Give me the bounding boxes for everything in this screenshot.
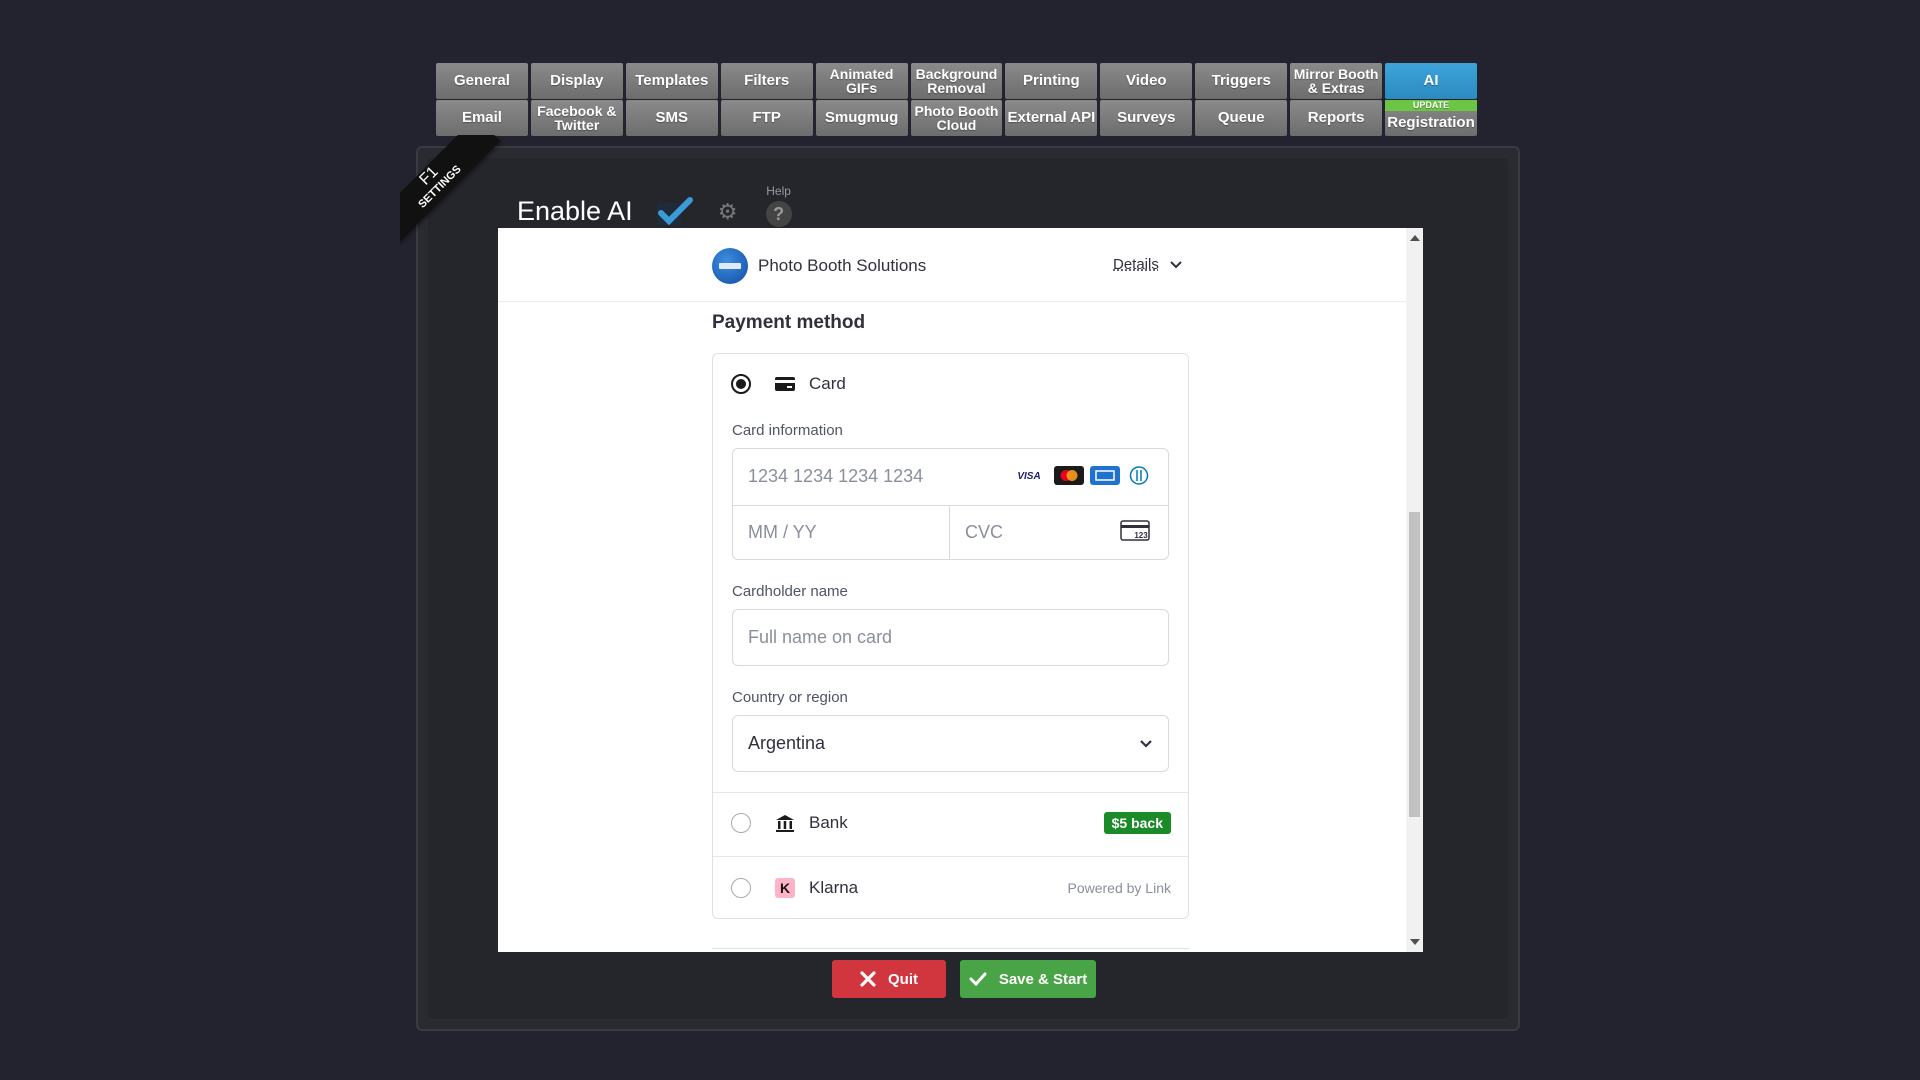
- visa-icon: VISA: [1014, 466, 1044, 485]
- tab-email[interactable]: Email: [436, 100, 528, 136]
- tab-general[interactable]: General: [436, 63, 528, 99]
- save-and-start-button[interactable]: Save & Start: [960, 960, 1096, 998]
- enable-ai-row: Enable AI ⚙ Help ?: [517, 184, 792, 233]
- tab-row-1: General Display Templates Filters Animat…: [436, 63, 1480, 99]
- card-information-group: 1234 1234 1234 1234 VISA MM / YY CVC 123: [732, 448, 1169, 560]
- tab-reports[interactable]: Reports: [1290, 100, 1383, 136]
- enable-ai-checkbox[interactable]: [656, 196, 693, 227]
- card-divider-vertical: [949, 505, 950, 559]
- tab-surveys[interactable]: Surveys: [1100, 100, 1193, 136]
- tab-video[interactable]: Video: [1100, 63, 1193, 99]
- bank-promo-badge: $5 back: [1103, 812, 1171, 834]
- expiry-input[interactable]: MM / YY: [748, 522, 817, 543]
- settings-ribbon[interactable]: F1 SETTINGS: [400, 135, 510, 245]
- chevron-down-icon: [1170, 260, 1182, 268]
- settings-tabs: General Display Templates Filters Animat…: [436, 63, 1480, 136]
- country-label: Country or region: [732, 689, 848, 706]
- mastercard-icon: [1054, 466, 1084, 485]
- gear-icon[interactable]: ⚙: [715, 199, 741, 225]
- tab-queue[interactable]: Queue: [1195, 100, 1288, 136]
- payment-method-box: Card Card information 1234 1234 1234 123…: [712, 353, 1189, 919]
- tab-sms[interactable]: SMS: [625, 100, 718, 136]
- update-badge: UPDATE: [1385, 100, 1477, 111]
- tab-printing[interactable]: Printing: [1005, 63, 1098, 99]
- card-label: Card: [809, 374, 846, 393]
- tab-external-api[interactable]: External API: [1005, 100, 1098, 136]
- check-icon: [969, 972, 987, 986]
- bank-icon: [776, 815, 794, 832]
- merchant-name: Photo Booth Solutions: [758, 256, 927, 275]
- cardholder-name-field[interactable]: Full name on card: [732, 609, 1169, 666]
- help-label: Help: [766, 184, 791, 198]
- checkout-modal: Photo Booth Solutions Details Payment me…: [498, 228, 1423, 952]
- tab-mirror-booth-extras[interactable]: Mirror Booth & Extras: [1290, 63, 1383, 99]
- tab-facebook-twitter[interactable]: Facebook & Twitter: [530, 100, 623, 136]
- details-toggle[interactable]: Details: [1113, 256, 1183, 273]
- tab-animated-gifs[interactable]: Animated GIFs: [815, 63, 908, 99]
- tab-ai[interactable]: AI: [1385, 63, 1477, 99]
- help-button[interactable]: ?: [765, 201, 792, 227]
- klarna-radio[interactable]: [731, 878, 751, 898]
- tab-row-2: Email Facebook & Twitter SMS FTP Smugmug…: [436, 100, 1480, 136]
- diners-club-icon: [1129, 466, 1149, 485]
- card-divider-horizontal: [733, 505, 1168, 506]
- country-select[interactable]: Argentina: [732, 715, 1169, 772]
- next-section-edge: [712, 948, 1189, 952]
- option-separator: [713, 856, 1188, 857]
- bank-radio[interactable]: [731, 813, 751, 833]
- svg-text:123: 123: [1134, 531, 1148, 540]
- ribbon-band: F1 SETTINGS: [400, 135, 501, 245]
- klarna-label: Klarna: [809, 878, 859, 897]
- tab-templates[interactable]: Templates: [625, 63, 718, 99]
- tab-triggers[interactable]: Triggers: [1195, 63, 1288, 99]
- cvc-card-icon: 123: [1120, 520, 1150, 541]
- scroll-up-arrow-icon[interactable]: [1410, 235, 1420, 241]
- payment-method-title: Payment method: [712, 312, 866, 333]
- option-separator: [713, 792, 1188, 793]
- tab-smugmug[interactable]: Smugmug: [815, 100, 908, 136]
- card-option[interactable]: Card: [731, 374, 846, 394]
- svg-text:VISA: VISA: [1017, 471, 1040, 482]
- klarna-option[interactable]: K Klarna Powered by Link: [731, 873, 1171, 903]
- klarna-icon: K: [775, 878, 795, 898]
- tab-background-removal[interactable]: Background Removal: [910, 63, 1003, 99]
- card-information-label: Card information: [732, 422, 843, 439]
- checkmark-icon: [656, 196, 693, 225]
- credit-card-icon: [775, 377, 795, 391]
- cardholder-name-placeholder: Full name on card: [748, 627, 893, 647]
- scroll-down-arrow-icon[interactable]: [1410, 939, 1420, 945]
- checkout-header: Photo Booth Solutions Details: [498, 228, 1423, 302]
- save-and-start-label: Save & Start: [998, 970, 1088, 988]
- help-group: Help ?: [765, 184, 792, 227]
- card-number-input[interactable]: 1234 1234 1234 1234: [748, 466, 923, 487]
- close-icon: [860, 971, 876, 987]
- enable-ai-label: Enable AI: [517, 196, 633, 226]
- merchant: Photo Booth Solutions: [712, 248, 926, 284]
- chevron-down-icon: [1140, 740, 1152, 748]
- tab-display[interactable]: Display: [530, 63, 623, 99]
- bank-label: Bank: [809, 813, 848, 832]
- cardholder-name-label: Cardholder name: [732, 583, 848, 600]
- quit-label: Quit: [888, 970, 918, 988]
- tab-photo-booth-cloud[interactable]: Photo Booth Cloud: [910, 100, 1003, 136]
- checkout-scrollbar[interactable]: [1406, 228, 1423, 952]
- tab-registration[interactable]: UPDATE Registration: [1385, 100, 1477, 136]
- amex-icon: [1090, 466, 1120, 485]
- card-radio[interactable]: [731, 374, 751, 394]
- merchant-logo: [712, 248, 748, 284]
- tab-registration-label: Registration: [1387, 114, 1475, 131]
- quit-button[interactable]: Quit: [832, 960, 946, 998]
- klarna-powered-by: Powered by Link: [1067, 880, 1171, 896]
- cvc-input[interactable]: CVC: [965, 522, 1003, 543]
- country-value: Argentina: [748, 733, 826, 753]
- tab-filters[interactable]: Filters: [720, 63, 813, 99]
- details-label: Details: [1113, 256, 1159, 273]
- tab-ftp[interactable]: FTP: [720, 100, 813, 136]
- bank-option[interactable]: Bank $5 back: [731, 808, 1171, 838]
- scrollbar-thumb[interactable]: [1409, 512, 1420, 817]
